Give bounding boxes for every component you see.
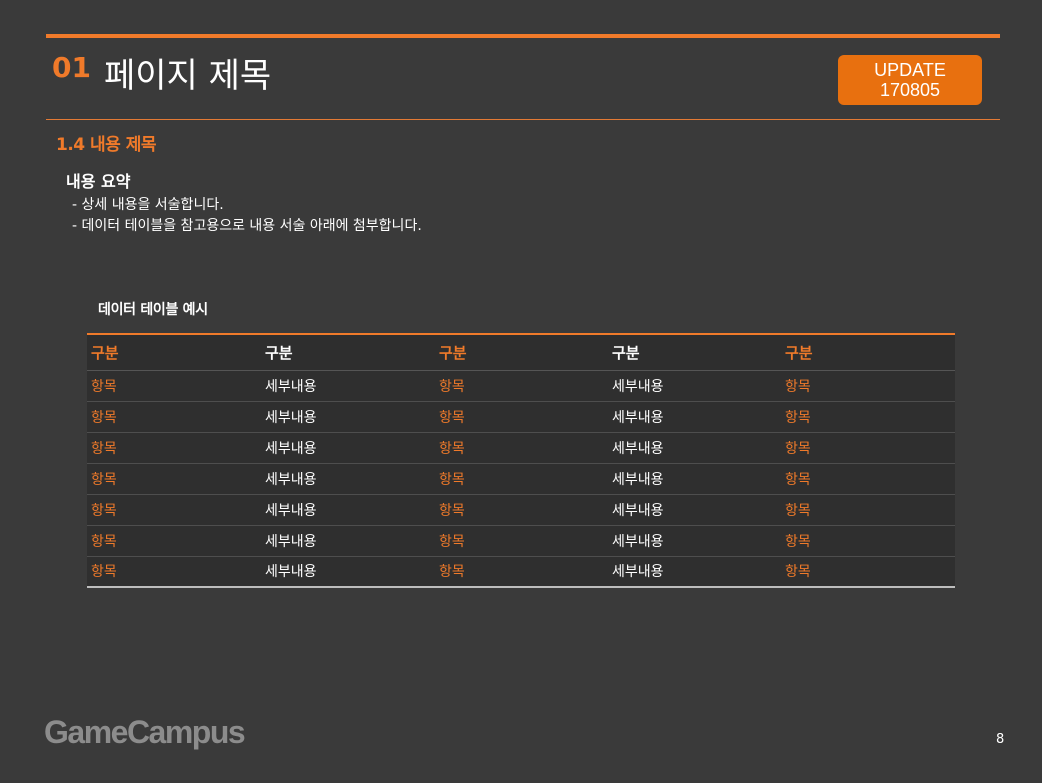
table-cell: 항목 <box>435 555 608 587</box>
summary-line: - 데이터 테이블을 참고용으로 내용 서술 아래에 첨부합니다. <box>72 218 422 234</box>
table-cell: 세부내용 <box>608 462 781 494</box>
summary-line: - 상세 내용을 서술합니다. <box>72 197 224 213</box>
summary-heading: 내용 요약 <box>66 172 131 191</box>
table-cell: 세부내용 <box>261 431 435 463</box>
table-caption: 데이터 테이블 예시 <box>98 302 208 318</box>
table-cell: 세부내용 <box>608 431 781 463</box>
update-label: UPDATE <box>874 60 946 80</box>
table-cell: 항목 <box>91 378 117 395</box>
table-cell: 항목 <box>435 431 608 463</box>
table-cell: 항목 <box>87 462 261 494</box>
table-cell: 세부내용 <box>612 378 664 395</box>
table-cell: 항목 <box>781 524 955 556</box>
table-cell: 항목 <box>439 378 465 395</box>
update-badge: UPDATE 170805 <box>838 55 982 105</box>
table-header-cell: 구분 <box>87 334 261 371</box>
table-cell: 세부내용 <box>261 493 435 525</box>
table-header-cell: 구분 <box>608 334 781 371</box>
table-cell: 항목 <box>781 462 955 494</box>
table-header-cell: 구분 <box>781 334 955 371</box>
table-header-row: 구분 구분 구분 구분 구분 <box>87 334 955 371</box>
table-cell: 세부내용 <box>608 493 781 525</box>
table-row: 항목 세부내용 항목 세부내용 항목 <box>87 370 955 401</box>
table-cell: 세부내용 <box>261 555 435 587</box>
table-cell: 세부내용 <box>261 400 435 432</box>
top-accent-rule <box>46 34 1000 38</box>
table-cell: 세부내용 <box>265 378 317 395</box>
table-cell: 항목 <box>435 524 608 556</box>
table-row: 항목 세부내용 항목 세부내용 항목 <box>87 524 955 556</box>
page-number: 8 <box>996 732 1005 747</box>
chapter-number: 01 <box>52 51 91 84</box>
table-header-cell: 구분 <box>435 334 608 371</box>
data-table: 구분 구분 구분 구분 구분 항목 세부내용 항목 세부내용 항목 항목 세부내… <box>87 333 955 588</box>
table-cell: 세부내용 <box>261 524 435 556</box>
table-cell: 항목 <box>781 400 955 432</box>
table-cell: 항목 <box>87 400 261 432</box>
table-cell: 항목 <box>87 493 261 525</box>
table-cell: 세부내용 <box>261 462 435 494</box>
table-row: 항목 세부내용 항목 세부내용 항목 <box>87 400 955 432</box>
table-cell: 항목 <box>435 462 608 494</box>
table-row: 항목 세부내용 항목 세부내용 항목 <box>87 555 955 587</box>
table-cell: 항목 <box>435 400 608 432</box>
update-date: 170805 <box>879 80 941 100</box>
table-cell: 항목 <box>87 555 261 587</box>
table-cell: 세부내용 <box>608 400 781 432</box>
table-row: 항목 세부내용 항목 세부내용 항목 <box>87 431 955 463</box>
table-cell: 항목 <box>781 555 955 587</box>
table-cell: 항목 <box>87 431 261 463</box>
section-title: 1.4 내용 제목 <box>56 135 157 155</box>
table-cell: 세부내용 <box>608 555 781 587</box>
table-row: 항목 세부내용 항목 세부내용 항목 <box>87 462 955 494</box>
table-cell: 세부내용 <box>608 524 781 556</box>
gamecampus-logo: GameCampus <box>44 714 246 750</box>
table-cell: 항목 <box>785 378 811 395</box>
table-cell: 항목 <box>781 493 955 525</box>
table-cell: 항목 <box>435 493 608 525</box>
table-cell: 항목 <box>87 524 261 556</box>
table-header-cell: 구분 <box>261 334 435 371</box>
table-cell: 항목 <box>781 431 955 463</box>
table-row: 항목 세부내용 항목 세부내용 항목 <box>87 493 955 525</box>
header-divider <box>46 119 1000 120</box>
page-title: 페이지 제목 <box>104 56 272 96</box>
